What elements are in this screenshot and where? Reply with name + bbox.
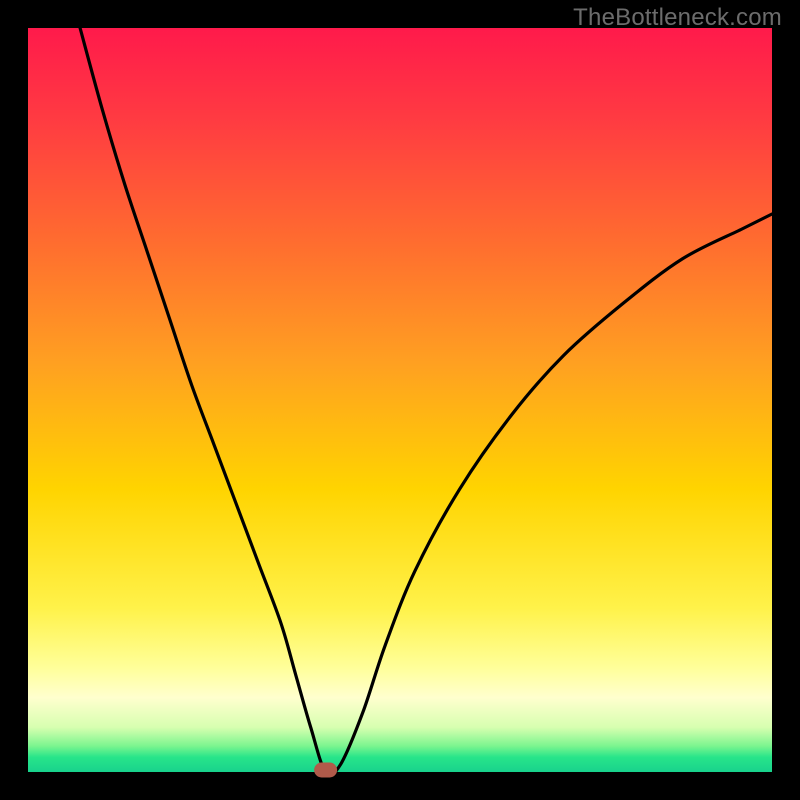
chart-frame: TheBottleneck.com (0, 0, 800, 800)
watermark-text: TheBottleneck.com (573, 4, 782, 32)
minimum-marker (315, 763, 337, 777)
chart-svg (28, 28, 772, 772)
bottleneck-curve (80, 28, 772, 775)
plot-area (28, 28, 772, 772)
